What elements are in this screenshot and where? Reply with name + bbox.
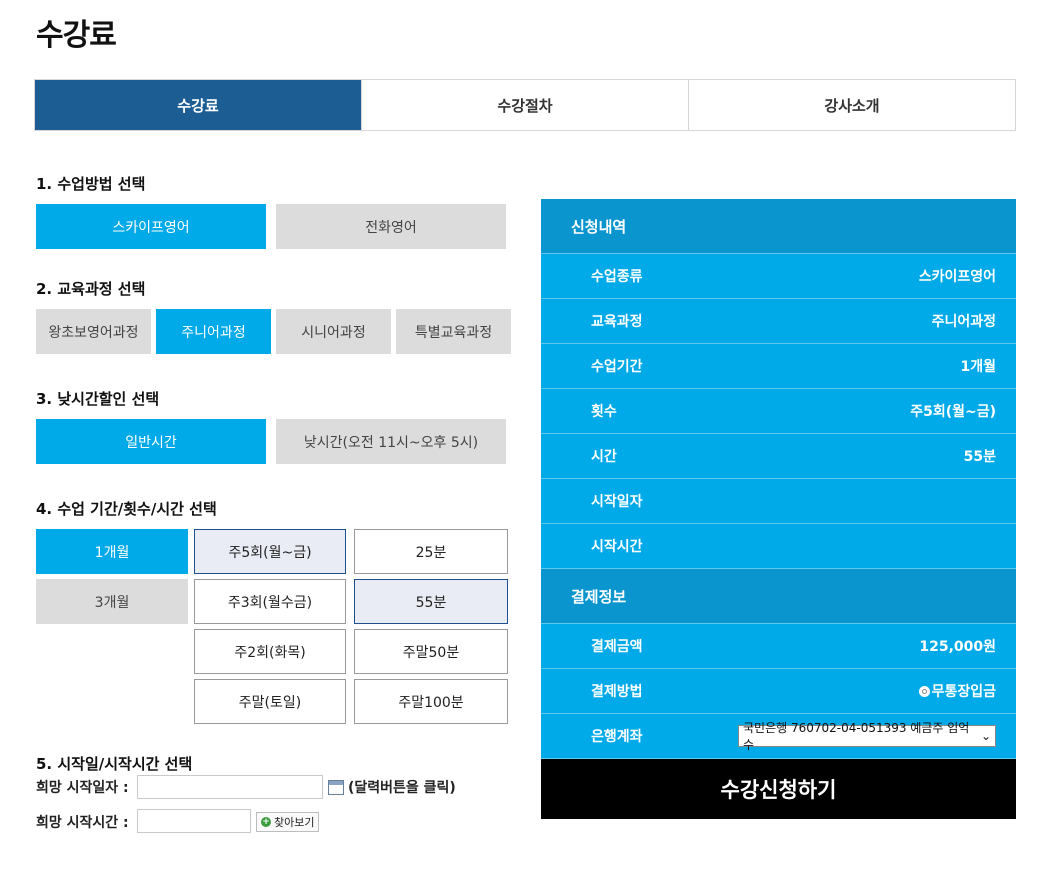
summary-label: 수업기간 xyxy=(591,359,643,375)
summary-row-start-date: 시작일자 xyxy=(541,479,1016,524)
count-weekend-button[interactable]: 주말(토일) xyxy=(194,679,346,724)
summary-label: 수업종류 xyxy=(591,269,643,285)
payment-amount-row: 결제금액 125,000원 xyxy=(541,624,1016,669)
payment-amount-label: 결제금액 xyxy=(591,639,643,655)
course-beginner-button[interactable]: 왕초보영어과정 xyxy=(36,309,151,354)
section5-title: 5. 시작일/시작시간 선택 xyxy=(36,755,193,773)
summary-row-course: 교육과정 주니어과정 xyxy=(541,299,1016,344)
payment-method-row: 결제방법 무통장입금 xyxy=(541,669,1016,714)
period-1month-button[interactable]: 1개월 xyxy=(36,529,188,574)
payment-method-value: 무통장입금 xyxy=(931,684,996,700)
count-3-button[interactable]: 주3회(월수금) xyxy=(194,579,346,624)
start-date-input[interactable] xyxy=(137,775,323,799)
tab-instructors[interactable]: 강사소개 xyxy=(688,80,1015,130)
summary-row-period: 수업기간 1개월 xyxy=(541,344,1016,389)
calendar-hint: (달력버튼을 클릭) xyxy=(348,780,456,796)
section3-title: 3. 낮시간할인 선택 xyxy=(36,390,160,408)
start-time-input[interactable] xyxy=(137,809,251,833)
summary-label: 시작일자 xyxy=(591,494,643,510)
method-skype-button[interactable]: 스카이프영어 xyxy=(36,204,266,249)
course-special-button[interactable]: 특별교육과정 xyxy=(396,309,511,354)
section1-title: 1. 수업방법 선택 xyxy=(36,175,146,193)
calendar-icon[interactable] xyxy=(328,780,344,795)
summary-label: 시간 xyxy=(591,449,617,465)
payment-method-label: 결제방법 xyxy=(591,684,643,700)
time-daytime-discount-button[interactable]: 낮시간(오전 11시~오후 5시) xyxy=(276,419,506,464)
summary-row-start-time: 시작시간 xyxy=(541,524,1016,569)
submit-application-button[interactable]: 수강신청하기 xyxy=(541,759,1016,819)
summary-label: 교육과정 xyxy=(591,314,643,330)
course-senior-button[interactable]: 시니어과정 xyxy=(276,309,391,354)
page-title: 수강료 xyxy=(36,18,117,53)
radio-button-icon[interactable] xyxy=(918,686,930,697)
plus-icon: + xyxy=(261,817,271,827)
bank-account-label: 은행계좌 xyxy=(591,729,643,745)
time-normal-button[interactable]: 일반시간 xyxy=(36,419,266,464)
summary-value: 스카이프영어 xyxy=(918,269,996,285)
tab-procedure[interactable]: 수강절차 xyxy=(361,80,688,130)
duration-weekend100-button[interactable]: 주말100분 xyxy=(354,679,508,724)
summary-value: 55분 xyxy=(963,449,996,465)
tab-bar: 수강료 수강절차 강사소개 xyxy=(34,79,1016,131)
chevron-down-icon: ⌄ xyxy=(980,729,991,743)
start-time-label: 희망 시작시간 : xyxy=(36,815,129,831)
period-3month-button[interactable]: 3개월 xyxy=(36,579,188,624)
count-2-button[interactable]: 주2회(화목) xyxy=(194,629,346,674)
bank-account-row: 은행계좌 국민은행 760702-04-051393 예금주 임억수 ⌄ xyxy=(541,714,1016,759)
duration-weekend50-button[interactable]: 주말50분 xyxy=(354,629,508,674)
summary-heading: 신청내역 xyxy=(541,199,1016,254)
summary-value: 주니어과정 xyxy=(931,314,996,330)
summary-row-count: 횟수 주5회(월~금) xyxy=(541,389,1016,434)
summary-value: 1개월 xyxy=(960,359,996,375)
bank-account-select[interactable]: 국민은행 760702-04-051393 예금주 임억수 ⌄ xyxy=(738,721,996,752)
payment-amount-value: 125,000원 xyxy=(919,639,996,655)
application-summary-panel: 신청내역 수업종류 스카이프영어 교육과정 주니어과정 수업기간 1개월 횟수 … xyxy=(541,199,1016,819)
find-time-label: 찾아보기 xyxy=(274,816,315,829)
method-phone-button[interactable]: 전화영어 xyxy=(276,204,506,249)
start-date-label: 희망 시작일자 : xyxy=(36,780,129,796)
course-junior-button[interactable]: 주니어과정 xyxy=(156,309,271,354)
count-5-button[interactable]: 주5회(월~금) xyxy=(194,529,346,574)
payment-method-option[interactable]: 무통장입금 xyxy=(918,681,996,701)
tab-fees[interactable]: 수강료 xyxy=(35,80,361,130)
summary-row-class-type: 수업종류 스카이프영어 xyxy=(541,254,1016,299)
summary-row-duration: 시간 55분 xyxy=(541,434,1016,479)
summary-label: 시작시간 xyxy=(591,539,643,555)
section2-title: 2. 교육과정 선택 xyxy=(36,280,146,298)
section4-title: 4. 수업 기간/횟수/시간 선택 xyxy=(36,500,217,518)
duration-25-button[interactable]: 25분 xyxy=(354,529,508,574)
duration-55-button[interactable]: 55분 xyxy=(354,579,508,624)
bank-account-value: 국민은행 760702-04-051393 예금주 임억수 xyxy=(743,721,970,752)
payment-heading: 결제정보 xyxy=(541,569,1016,624)
find-time-button[interactable]: + 찾아보기 xyxy=(256,812,320,832)
summary-label: 횟수 xyxy=(591,404,617,420)
summary-value: 주5회(월~금) xyxy=(910,404,996,420)
